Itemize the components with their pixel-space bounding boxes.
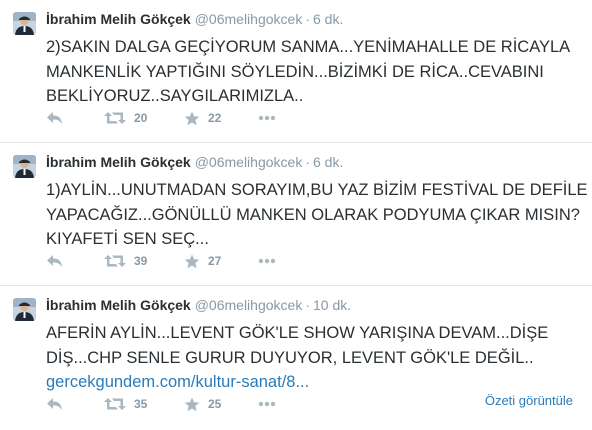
reply-icon bbox=[47, 255, 62, 267]
tweet-text-line: DİŞ...CHP SENLE GURUR DUYUYOR, LEVENT GÖ… bbox=[46, 348, 534, 367]
tweet-text-line: 2)SAKIN DALGA GEÇİYORUM SANMA...YENİMAHA… bbox=[46, 38, 571, 56]
author-handle[interactable]: @06melihgokcek bbox=[195, 154, 303, 170]
tweet-link[interactable]: gercekgundem.com/kultur-sanat/8... bbox=[46, 373, 309, 391]
tweet: İbrahim Melih Gökçek @06melihgokcek · 6 dk.… bbox=[0, 0, 592, 142]
more-button[interactable] bbox=[258, 394, 276, 414]
author-name[interactable]: İbrahim Melih Gökçek bbox=[46, 11, 191, 27]
separator-dot: · bbox=[305, 154, 310, 170]
retweet-icon bbox=[104, 398, 126, 410]
reply-button[interactable] bbox=[46, 251, 64, 271]
avatar[interactable] bbox=[13, 12, 36, 35]
tweet: İbrahim Melih Gökçek @06melihgokcek · 10 dk… bbox=[0, 286, 592, 430]
retweet-button[interactable]: 20 bbox=[104, 108, 147, 128]
avatar[interactable] bbox=[13, 298, 36, 321]
favorite-button[interactable]: 25 bbox=[184, 394, 221, 414]
retweet-count: 20 bbox=[134, 111, 148, 125]
tweet: İbrahim Melih Gökçek @06melihgokcek · 6 dk.… bbox=[0, 143, 592, 285]
reply-icon bbox=[47, 112, 62, 124]
tweet-text-line: MANKENLİK YAPTIĞINI SÖYLEDİN...BİZİMKİ D… bbox=[46, 62, 544, 81]
profile-photo-icon bbox=[13, 12, 36, 35]
tweet-text-line: AFERİN AYLİN...LEVENT GÖK'LE SHOW YARIŞI… bbox=[46, 324, 549, 342]
author-handle[interactable]: @06melihgokcek bbox=[195, 297, 303, 313]
favorite-count: 22 bbox=[208, 111, 222, 125]
author-handle[interactable]: @06melihgokcek bbox=[195, 11, 303, 27]
author-name[interactable]: İbrahim Melih Gökçek bbox=[46, 297, 191, 313]
tweet-actions: 20 22 bbox=[46, 108, 306, 128]
retweet-count: 39 bbox=[134, 254, 148, 268]
tweet-header: İbrahim Melih Gökçek @06melihgokcek · 6 dk. bbox=[46, 153, 343, 171]
reply-button[interactable] bbox=[46, 394, 64, 414]
favorite-button[interactable]: 27 bbox=[184, 251, 221, 271]
tweet-header: İbrahim Melih Gökçek @06melihgokcek · 6 dk. bbox=[46, 10, 343, 28]
tweet-text-line: YAPACAĞIZ...GÖNÜLLÜ MANKEN OLARAK PODYUM… bbox=[46, 205, 580, 224]
separator-dot: · bbox=[305, 11, 310, 27]
timestamp[interactable]: 6 dk. bbox=[313, 11, 343, 27]
star-icon bbox=[184, 254, 200, 268]
timestamp[interactable]: 6 dk. bbox=[313, 154, 343, 170]
view-summary-link[interactable]: Özeti görüntüle bbox=[485, 393, 573, 408]
tweet-actions: 39 27 bbox=[46, 251, 306, 271]
tweet-text-line: 1)AYLİN...UNUTMADAN SORAYIM,BU YAZ BİZİM… bbox=[46, 181, 588, 199]
star-icon bbox=[184, 111, 200, 125]
retweet-button[interactable]: 35 bbox=[104, 394, 147, 414]
profile-photo-icon bbox=[13, 298, 36, 321]
avatar[interactable] bbox=[13, 155, 36, 178]
author-name[interactable]: İbrahim Melih Gökçek bbox=[46, 154, 191, 170]
profile-photo-icon bbox=[13, 155, 36, 178]
tweet-header: İbrahim Melih Gökçek @06melihgokcek · 10 dk… bbox=[46, 296, 351, 314]
more-dots-icon bbox=[258, 258, 276, 264]
tweet-text: 2)SAKIN DALGA GEÇİYORUM SANMA...YENİMAHA… bbox=[46, 35, 586, 109]
timestamp[interactable]: 10 dk. bbox=[313, 297, 351, 313]
tweet-text-line: BEKLİYORUZ..SAYGILARIMIZLA.. bbox=[46, 87, 304, 105]
retweet-button[interactable]: 39 bbox=[104, 251, 147, 271]
more-button[interactable] bbox=[258, 251, 276, 271]
tweet-text-line: KIYAFETİ SEN SEÇ... bbox=[46, 230, 209, 248]
more-button[interactable] bbox=[258, 108, 276, 128]
reply-button[interactable] bbox=[46, 108, 64, 128]
tweet-timeline: İbrahim Melih Gökçek @06melihgokcek · 6 dk.… bbox=[0, 0, 592, 430]
retweet-count: 35 bbox=[134, 397, 148, 411]
retweet-icon bbox=[104, 255, 126, 267]
tweet-text: AFERİN AYLİN...LEVENT GÖK'LE SHOW YARIŞI… bbox=[46, 321, 586, 395]
separator-dot: · bbox=[305, 297, 310, 313]
favorite-count: 27 bbox=[208, 254, 222, 268]
tweet-text: 1)AYLİN...UNUTMADAN SORAYIM,BU YAZ BİZİM… bbox=[46, 178, 588, 252]
more-dots-icon bbox=[258, 401, 276, 407]
retweet-icon bbox=[104, 112, 126, 124]
reply-icon bbox=[47, 398, 62, 410]
tweet-actions: 35 25 bbox=[46, 394, 306, 414]
star-icon bbox=[184, 397, 200, 411]
favorite-button[interactable]: 22 bbox=[184, 108, 221, 128]
favorite-count: 25 bbox=[208, 397, 222, 411]
more-dots-icon bbox=[258, 115, 276, 121]
